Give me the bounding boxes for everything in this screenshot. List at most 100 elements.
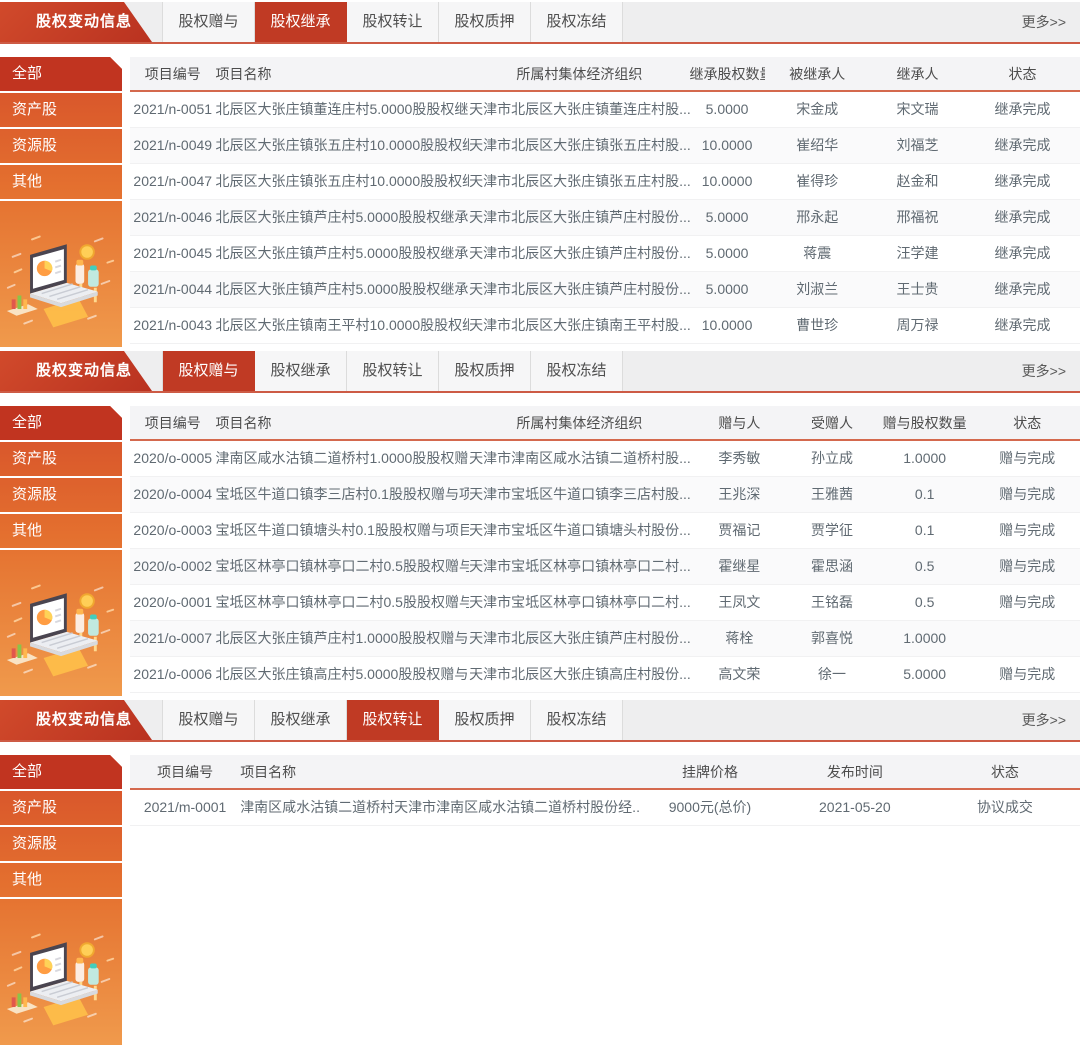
tab-equity-freeze[interactable]: 股权冻结	[531, 700, 623, 740]
table-cell: 2020/o-0005	[130, 440, 216, 476]
table-row[interactable]: 2021/m-0001津南区咸水沽镇二道桥村天津市津南区咸水沽镇二道桥村股份经.…	[130, 789, 1080, 825]
table-cell: 天津市宝坻区牛道口镇李三店村股...	[469, 476, 689, 512]
table-cell: 霍思涵	[789, 548, 875, 584]
table-row[interactable]: 2021/n-0046北辰区大张庄镇芦庄村5.0000股股权继承...天津市北辰…	[130, 199, 1080, 235]
tab-equity-inheritance[interactable]: 股权继承	[255, 351, 347, 391]
sidebar-item-asset-shares[interactable]: 资产股	[0, 93, 122, 129]
table-row[interactable]: 2021/n-0044北辰区大张庄镇芦庄村5.0000股股权继承...天津市北辰…	[130, 271, 1080, 307]
table-row[interactable]: 2021/n-0045北辰区大张庄镇芦庄村5.0000股股权继承...天津市北辰…	[130, 235, 1080, 271]
table-cell: 赵金和	[870, 163, 965, 199]
table-cell: 天津市北辰区大张庄镇张五庄村股...	[469, 163, 689, 199]
column-header: 挂牌价格	[640, 755, 780, 789]
sidebar-item-all[interactable]: 全部	[0, 406, 122, 442]
table-cell: 赠与完成	[975, 656, 1080, 692]
table-cell: 曹世珍	[765, 307, 870, 343]
category-list: 全部资产股资源股其他	[0, 755, 122, 899]
sidebar-item-all[interactable]: 全部	[0, 755, 122, 791]
table-cell: 2021/o-0007	[130, 620, 216, 656]
table-cell: 北辰区大张庄镇张五庄村10.0000股股权继...	[216, 163, 470, 199]
sidebar-item-other[interactable]: 其他	[0, 514, 122, 550]
table-cell: 天津市北辰区大张庄镇董连庄村股...	[469, 91, 689, 127]
column-header: 项目名称	[240, 755, 640, 789]
table-cell: 津南区咸水沽镇二道桥村1.0000股股权赠...	[216, 440, 470, 476]
table-cell: 贾福记	[690, 512, 790, 548]
tab-equity-pledge[interactable]: 股权质押	[439, 2, 531, 42]
sidebar-item-resource-shares[interactable]: 资源股	[0, 478, 122, 514]
laptop-chart-illustration	[3, 576, 119, 684]
sidebar-item-other[interactable]: 其他	[0, 165, 122, 201]
table-cell: 津南区咸水沽镇二道桥村天津市津南区咸水沽镇二道桥村股份经...	[240, 789, 640, 825]
column-header: 被继承人	[765, 57, 870, 91]
table-cell: 宝坻区牛道口镇塘头村0.1股股权赠与项目	[216, 512, 470, 548]
tab-equity-pledge[interactable]: 股权质押	[439, 351, 531, 391]
table-cell: 2021/n-0049	[130, 127, 216, 163]
table-cell: 继承完成	[965, 307, 1080, 343]
equity-change-panel-transfer: 股权变动信息 股权赠与股权继承股权转让股权质押股权冻结 更多>> 全部资产股资源…	[0, 700, 1080, 1045]
table-cell: 北辰区大张庄镇芦庄村1.0000股股权赠与...	[216, 620, 470, 656]
table-row[interactable]: 2020/o-0001宝坻区林亭口镇林亭口二村0.5股股权赠与...天津市宝坻区…	[130, 584, 1080, 620]
table-cell: 协议成交	[930, 789, 1080, 825]
table-cell: 李秀敏	[690, 440, 790, 476]
tab-equity-inheritance[interactable]: 股权继承	[255, 2, 347, 42]
tab-equity-transfer[interactable]: 股权转让	[347, 2, 439, 42]
table-cell: 王士贵	[870, 271, 965, 307]
table-cell: 宝坻区林亭口镇林亭口二村0.5股股权赠与...	[216, 548, 470, 584]
laptop-chart-illustration	[3, 227, 119, 335]
table-row[interactable]: 2020/o-0004宝坻区牛道口镇李三店村0.1股股权赠与项目天津市宝坻区牛道…	[130, 476, 1080, 512]
tab-equity-gift[interactable]: 股权赠与	[163, 700, 255, 740]
tab-equity-inheritance[interactable]: 股权继承	[255, 700, 347, 740]
table-row[interactable]: 2020/o-0002宝坻区林亭口镇林亭口二村0.5股股权赠与...天津市宝坻区…	[130, 548, 1080, 584]
table-row[interactable]: 2021/o-0006北辰区大张庄镇高庄村5.0000股股权赠与...天津市北辰…	[130, 656, 1080, 692]
table-cell: 宋金成	[765, 91, 870, 127]
table-cell: 王凤文	[690, 584, 790, 620]
tab-equity-gift[interactable]: 股权赠与	[163, 351, 255, 391]
table-cell: 赠与完成	[975, 476, 1080, 512]
more-link[interactable]: 更多>>	[1022, 351, 1066, 391]
sidebar-item-resource-shares[interactable]: 资源股	[0, 129, 122, 165]
table-cell: 王铭磊	[789, 584, 875, 620]
column-header: 发布时间	[780, 755, 930, 789]
category-sidebar: 全部资产股资源股其他	[0, 406, 122, 696]
table-cell: 天津市宝坻区牛道口镇塘头村股份...	[469, 512, 689, 548]
panel-title-banner: 股权变动信息	[0, 351, 152, 391]
column-header: 状态	[965, 57, 1080, 91]
table-row[interactable]: 2020/o-0003宝坻区牛道口镇塘头村0.1股股权赠与项目天津市宝坻区牛道口…	[130, 512, 1080, 548]
table-row[interactable]: 2021/n-0049北辰区大张庄镇张五庄村10.0000股股权继...天津市北…	[130, 127, 1080, 163]
table-cell: 宋文瑞	[870, 91, 965, 127]
more-link[interactable]: 更多>>	[1022, 700, 1066, 740]
table-row[interactable]: 2020/o-0005津南区咸水沽镇二道桥村1.0000股股权赠...天津市津南…	[130, 440, 1080, 476]
category-list: 全部资产股资源股其他	[0, 406, 122, 550]
table-cell: 孙立成	[789, 440, 875, 476]
table-cell: 高文荣	[690, 656, 790, 692]
sidebar-item-all[interactable]: 全部	[0, 57, 122, 93]
table-cell: 北辰区大张庄镇芦庄村5.0000股股权继承...	[216, 199, 470, 235]
category-sidebar: 全部资产股资源股其他	[0, 755, 122, 1045]
table-cell: 赠与完成	[975, 440, 1080, 476]
tab-equity-transfer[interactable]: 股权转让	[347, 700, 439, 740]
tab-equity-gift[interactable]: 股权赠与	[163, 2, 255, 42]
panel-title-banner: 股权变动信息	[0, 700, 152, 740]
table-cell: 郭喜悦	[789, 620, 875, 656]
table-row[interactable]: 2021/n-0047北辰区大张庄镇张五庄村10.0000股股权继...天津市北…	[130, 163, 1080, 199]
tab-equity-pledge[interactable]: 股权质押	[439, 700, 531, 740]
more-link[interactable]: 更多>>	[1022, 2, 1066, 42]
sidebar-item-resource-shares[interactable]: 资源股	[0, 827, 122, 863]
table-cell: 2021/n-0045	[130, 235, 216, 271]
table-row[interactable]: 2021/o-0007北辰区大张庄镇芦庄村1.0000股股权赠与...天津市北辰…	[130, 620, 1080, 656]
sidebar-item-other[interactable]: 其他	[0, 863, 122, 899]
table-cell: 邢福祝	[870, 199, 965, 235]
table-row[interactable]: 2021/n-0051北辰区大张庄镇董连庄村5.0000股股权继...天津市北辰…	[130, 91, 1080, 127]
table-cell: 1.0000	[875, 620, 975, 656]
table-cell: 继承完成	[965, 199, 1080, 235]
table-row[interactable]: 2021/n-0043北辰区大张庄镇南王平村10.0000股股权继...天津市北…	[130, 307, 1080, 343]
tab-equity-freeze[interactable]: 股权冻结	[531, 2, 623, 42]
table-cell: 天津市北辰区大张庄镇芦庄村股份...	[469, 235, 689, 271]
tab-equity-transfer[interactable]: 股权转让	[347, 351, 439, 391]
sidebar-item-asset-shares[interactable]: 资产股	[0, 791, 122, 827]
column-header: 项目名称	[216, 57, 470, 91]
table-cell: 天津市北辰区大张庄镇芦庄村股份...	[469, 620, 689, 656]
tab-equity-freeze[interactable]: 股权冻结	[531, 351, 623, 391]
table-cell	[975, 620, 1080, 656]
sidebar-item-asset-shares[interactable]: 资产股	[0, 442, 122, 478]
table-cell: 2021/n-0044	[130, 271, 216, 307]
